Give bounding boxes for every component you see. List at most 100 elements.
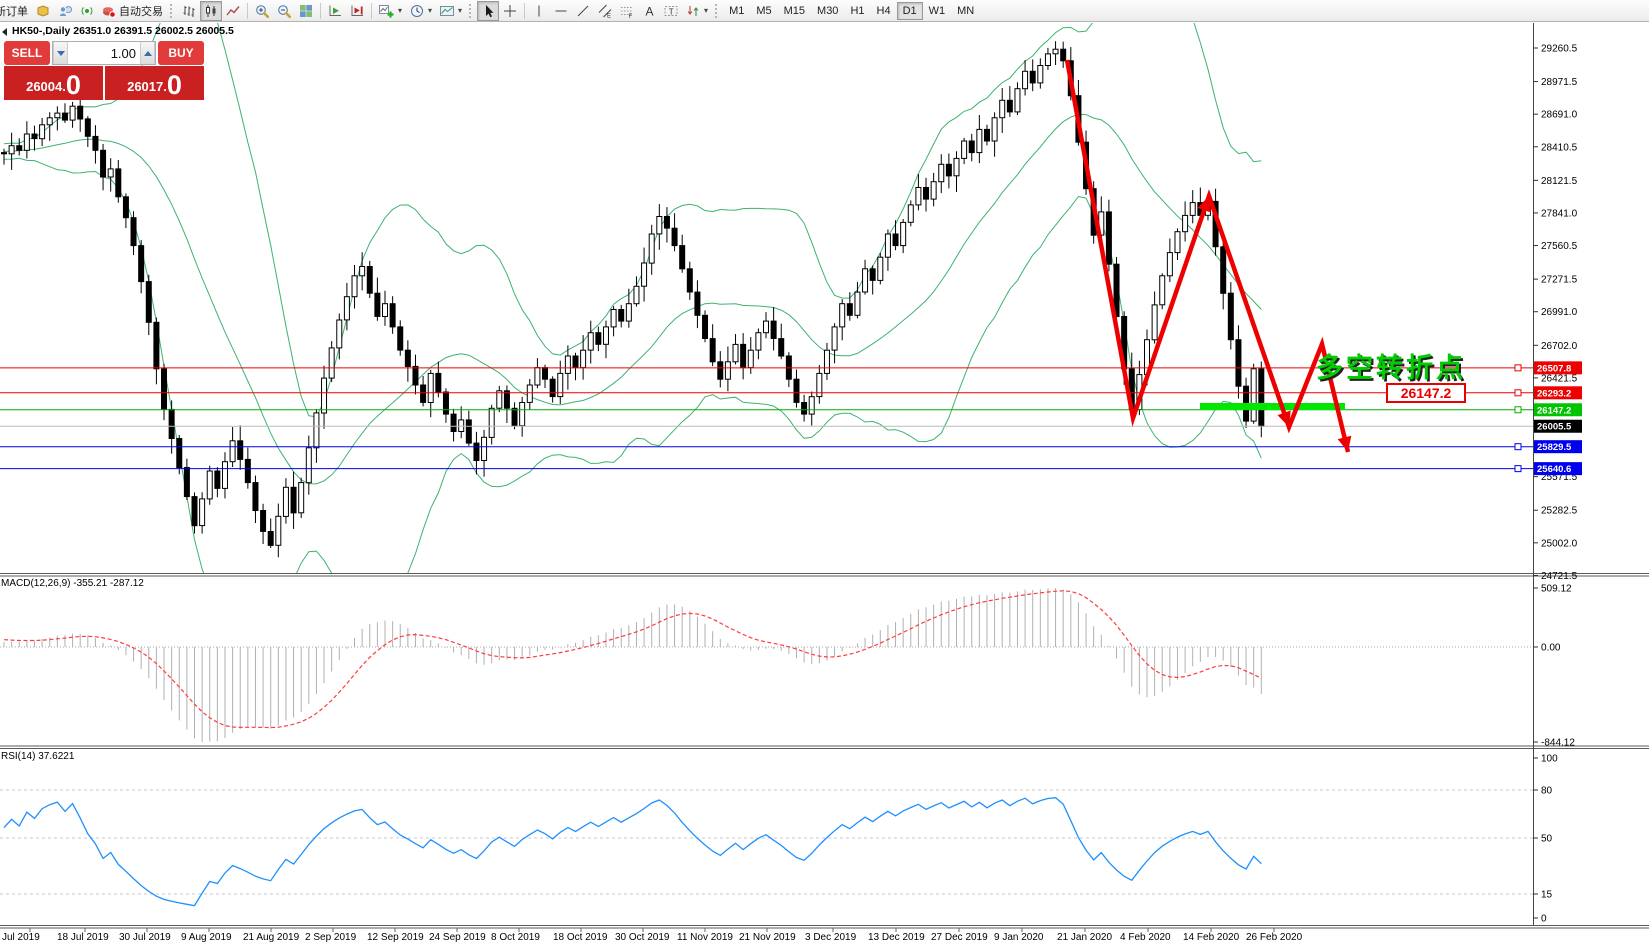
- chart-shift-button[interactable]: [346, 1, 368, 21]
- channel-tool-button[interactable]: E: [594, 1, 616, 21]
- shapes-tool-button[interactable]: ▾: [682, 1, 712, 21]
- add-indicator-button[interactable]: ▾: [375, 1, 406, 21]
- line-chart-button[interactable]: [222, 1, 244, 21]
- horizontal-line-icon: [555, 10, 567, 11]
- toolbar-separator: [371, 2, 372, 19]
- timeframe-h4-button[interactable]: H4: [871, 2, 897, 20]
- timeframe-m30-button[interactable]: M30: [811, 2, 844, 20]
- toolbar-grip: [715, 3, 720, 18]
- date-label: 2 Sep 2019: [305, 932, 357, 943]
- cursor-tool-button[interactable]: [477, 0, 500, 21]
- timeframe-m15-button[interactable]: M15: [778, 2, 811, 20]
- macd-tick-label: 0.00: [1541, 643, 1561, 654]
- price-tag-label: 26507.8: [1537, 363, 1571, 374]
- macd-tick-label: 509.12: [1541, 584, 1572, 595]
- date-label: 21 Aug 2019: [243, 932, 300, 943]
- price-tick-label: 29260.5: [1541, 44, 1578, 55]
- label-tool-button[interactable]: T: [660, 1, 682, 21]
- zoom-out-icon: [278, 4, 291, 18]
- buy-price-main: 26017.: [127, 79, 167, 94]
- templates-button[interactable]: ▾: [436, 1, 466, 21]
- timeframe-m1-button[interactable]: M1: [723, 2, 750, 20]
- publisher-button[interactable]: [54, 1, 76, 21]
- bar-chart-button[interactable]: [178, 1, 200, 21]
- trendline-icon: [577, 5, 589, 16]
- date-label: 9 Aug 2019: [181, 932, 232, 943]
- toolbar-separator: [320, 2, 321, 19]
- up-arrow-icon: [143, 50, 152, 56]
- new-order-button[interactable]: 新订单: [0, 1, 32, 21]
- toolbar-separator: [524, 2, 526, 19]
- volume-input[interactable]: 1.00: [68, 42, 140, 64]
- timeframe-w1-button[interactable]: W1: [923, 2, 952, 20]
- autotrade-label: 自动交易: [119, 5, 163, 18]
- fibonacci-icon: F: [621, 6, 634, 18]
- line-handle[interactable]: [1514, 364, 1522, 372]
- price-chart[interactable]: 29260.5 28971.5 28691.0 28410.5 28121.5 27841…: [0, 0, 1649, 946]
- toolbar-grip: [469, 3, 474, 18]
- price-tick-label: 24721.5: [1541, 571, 1578, 582]
- rsi-tick-label: 0: [1541, 914, 1547, 925]
- date-label: 18 Oct 2019: [553, 932, 608, 943]
- objects-arrow-icon[interactable]: [2, 28, 7, 36]
- chart-title: HK50-,Daily 26351.0 26391.5 26002.5 2600…: [12, 25, 234, 37]
- line-chart-icon: [226, 5, 240, 15]
- timeframe-m5-button[interactable]: M5: [750, 2, 777, 20]
- text-icon: A: [646, 4, 654, 18]
- svg-text:F: F: [629, 14, 633, 18]
- timeframe-toolbar: M1 M5 M15 M30 H1 H4 D1 W1 MN: [723, 1, 980, 20]
- line-handle[interactable]: [1514, 406, 1522, 414]
- auto-scroll-button[interactable]: [324, 1, 346, 21]
- template-icon: [440, 5, 455, 16]
- vertical-line-tool-button[interactable]: [528, 1, 550, 21]
- sell-button[interactable]: SELL: [4, 41, 50, 65]
- date-label: 21 Jan 2020: [1057, 932, 1112, 943]
- macd-tick-label: -844.12: [1541, 738, 1575, 749]
- rsi-indicator-label: RSI(14) 37.6221: [1, 751, 75, 762]
- date-label: 12 Sep 2019: [367, 932, 424, 943]
- fibonacci-tool-button[interactable]: F: [616, 1, 638, 21]
- date-label: 14 Feb 2020: [1183, 932, 1240, 943]
- periods-button[interactable]: ▾: [406, 1, 436, 21]
- price-tick-label: 27271.5: [1541, 275, 1578, 286]
- crosshair-tool-button[interactable]: [499, 1, 521, 21]
- line-handle[interactable]: [1514, 465, 1522, 473]
- date-label: 30 Oct 2019: [615, 932, 670, 943]
- timeframe-mn-button[interactable]: MN: [951, 2, 980, 20]
- zoom-in-icon: [256, 4, 269, 18]
- dropdown-caret: ▾: [704, 6, 709, 15]
- date-label: 26 Feb 2020: [1246, 932, 1303, 943]
- support-zone-bar[interactable]: [1200, 403, 1345, 410]
- annotation-price-box[interactable]: 26147.2: [1386, 383, 1466, 403]
- clock-icon: [411, 4, 424, 17]
- timeframe-h1-button[interactable]: H1: [844, 2, 870, 20]
- price-tick-label: 26991.0: [1541, 307, 1578, 318]
- date-label: 30 Jul 2019: [119, 932, 171, 943]
- crosshair-icon: [504, 4, 517, 17]
- sell-price[interactable]: 26004. 0: [4, 66, 103, 100]
- autotrade-button[interactable]: 自动交易: [98, 1, 167, 21]
- line-handle[interactable]: [1514, 443, 1522, 451]
- volume-decrease-button[interactable]: [53, 42, 68, 64]
- line-handle[interactable]: [1514, 389, 1522, 397]
- toolbar-separator: [247, 2, 248, 19]
- text-tool-button[interactable]: A: [638, 1, 660, 21]
- trade-history-button[interactable]: [32, 1, 54, 21]
- tile-windows-button[interactable]: [295, 1, 317, 21]
- history-icon: [37, 4, 49, 17]
- buy-button[interactable]: BUY: [158, 41, 204, 65]
- trendline-tool-button[interactable]: [572, 1, 594, 21]
- cursor-icon: [486, 4, 494, 17]
- signal-button[interactable]: [76, 1, 98, 21]
- volume-increase-button[interactable]: [140, 42, 155, 64]
- buy-price[interactable]: 26017. 0: [105, 66, 204, 100]
- zoom-in-button[interactable]: [251, 1, 273, 21]
- annotation-text[interactable]: 多空转折点: [1316, 346, 1466, 385]
- equidistant-channel-icon: E: [598, 4, 612, 18]
- date-label: Jul 2019: [2, 932, 40, 943]
- timeframe-d1-button[interactable]: D1: [896, 2, 923, 20]
- signal-icon: [81, 6, 93, 15]
- candlestick-chart-button[interactable]: [200, 0, 222, 21]
- horizontal-line-tool-button[interactable]: [550, 1, 572, 21]
- zoom-out-button[interactable]: [273, 1, 295, 21]
